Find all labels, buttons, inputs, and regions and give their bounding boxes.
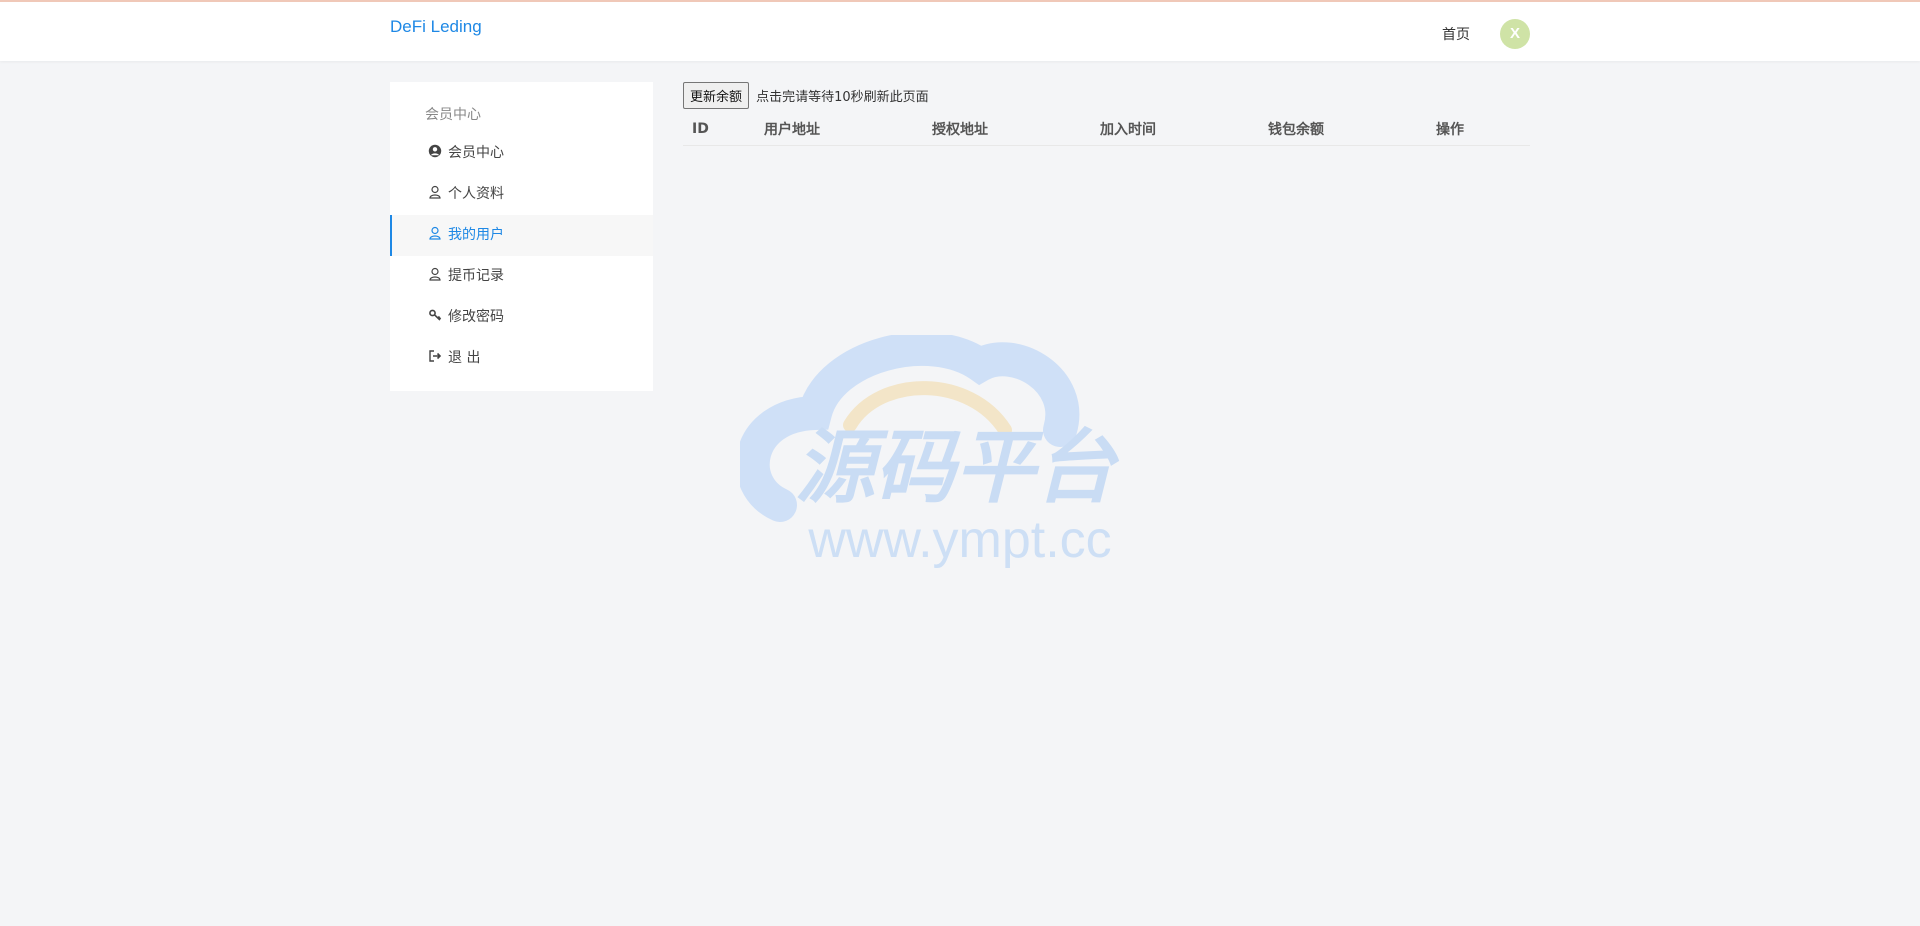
sidebar-item-change-password[interactable]: 修改密码 (390, 297, 653, 338)
users-table: ID 用户地址 授权地址 加入时间 钱包余额 操作 (683, 113, 1530, 146)
refresh-hint-text: 点击完请等待10秒刷新此页面 (756, 90, 929, 105)
sidebar-item-member-center[interactable]: 会员中心 (390, 133, 653, 174)
sidebar-title: 会员中心 (425, 107, 481, 123)
sidebar-item-my-users[interactable]: 我的用户 (390, 215, 653, 256)
column-header-id: ID (683, 113, 755, 146)
user-icon (428, 226, 442, 240)
watermark-logo: 源码平台 www.ympt.cc (740, 335, 1120, 569)
sidebar-item-label: 退 出 (448, 350, 481, 366)
sidebar-item-label: 提币记录 (448, 268, 504, 284)
column-header-join-time: 加入时间 (1091, 113, 1259, 146)
column-header-wallet-balance: 钱包余额 (1259, 113, 1427, 146)
watermark-url: www.ympt.cc (807, 511, 1111, 569)
sidebar-item-label: 修改密码 (448, 309, 504, 325)
watermark-title: 源码平台 (795, 421, 1120, 514)
user-icon (428, 267, 442, 281)
user-circle-icon (428, 144, 442, 158)
sidebar-item-logout[interactable]: 退 出 (390, 338, 653, 379)
sign-out-icon (428, 349, 442, 363)
column-header-auth-address: 授权地址 (923, 113, 1091, 146)
sidebar-item-label: 个人资料 (448, 186, 504, 202)
top-navbar: DeFi Leding 首页 X (0, 0, 1920, 61)
avatar[interactable]: X (1500, 19, 1530, 49)
column-header-actions: 操作 (1427, 113, 1530, 146)
nav-home-link[interactable]: 首页 (1442, 24, 1470, 44)
sidebar-menu: 会员中心 个人资料 我的用户 提币记录 修改密码 退 出 (390, 133, 653, 379)
column-header-user-address: 用户地址 (755, 113, 923, 146)
sidebar-item-profile[interactable]: 个人资料 (390, 174, 653, 215)
sidebar-item-withdraw-records[interactable]: 提币记录 (390, 256, 653, 297)
sidebar: 会员中心 会员中心 个人资料 我的用户 提币记录 修改密码 退 出 (390, 82, 653, 391)
table-header-row: ID 用户地址 授权地址 加入时间 钱包余额 操作 (683, 113, 1530, 146)
user-icon (428, 185, 442, 199)
main-toolbar: 更新余额 点击完请等待10秒刷新此页面 (683, 82, 929, 109)
sidebar-item-label: 会员中心 (448, 145, 504, 161)
brand-logo-link[interactable]: DeFi Leding (390, 17, 482, 37)
refresh-balance-button[interactable]: 更新余额 (683, 82, 750, 109)
sidebar-item-label: 我的用户 (448, 227, 504, 243)
key-icon (428, 308, 442, 322)
